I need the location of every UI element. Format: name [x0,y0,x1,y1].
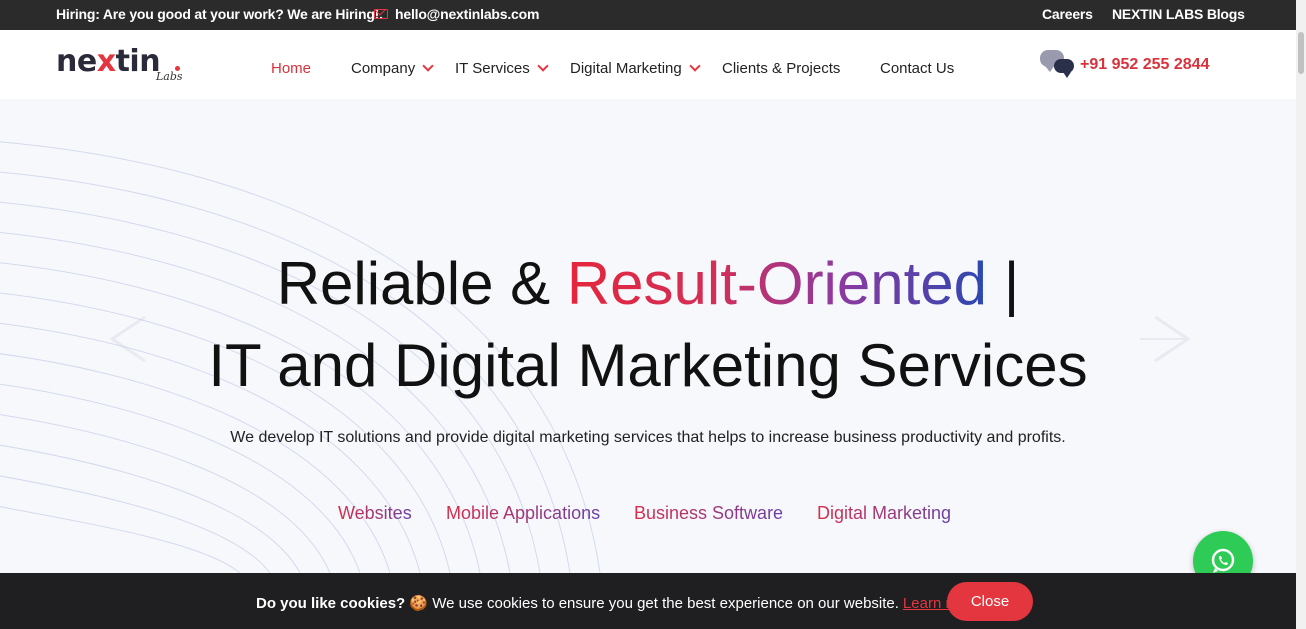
envelope-icon [374,9,388,19]
nextin-logo[interactable]: nextin Labs [56,44,186,86]
careers-link[interactable]: Careers [1042,6,1093,22]
cookie-emoji-icon: 🍪 [409,595,429,612]
email-link[interactable]: hello@nextinlabs.com [374,6,539,22]
nav-company[interactable]: Company [351,60,434,77]
hero-headline-line1: Reliable & Result-Oriented | [276,250,1020,317]
whatsapp-icon [1211,548,1235,573]
chevron-down-icon [537,60,549,72]
hiring-notice[interactable]: Hiring: Are you good at your work? We ar… [56,6,383,22]
tag-websites[interactable]: Websites [338,503,412,524]
email-text: hello@nextinlabs.com [395,6,540,22]
cookie-message: Do you like cookies? 🍪 We use cookies to… [256,595,980,612]
logo-wordmark: nextin [56,44,161,79]
cookie-banner: Do you like cookies? 🍪 We use cookies to… [0,573,1296,629]
tag-digital-marketing[interactable]: Digital Marketing [817,503,951,524]
hero-headline-line2: IT and Digital Marketing Services [208,332,1088,399]
tag-business-software[interactable]: Business Software [634,503,783,524]
chevron-down-icon [689,60,701,72]
hiring-label: Hiring: [56,6,100,22]
phone-number: +91 952 255 2844 [1080,56,1210,73]
hero-section: Reliable & Result-Oriented | IT and Digi… [0,99,1296,573]
nav-digital-marketing[interactable]: Digital Marketing [570,60,701,77]
logo-sub: Labs [156,70,183,83]
chat-bubbles-icon [1040,50,1074,80]
page-scrollbar[interactable] [1296,0,1306,629]
tag-mobile-applications[interactable]: Mobile Applications [446,503,600,524]
headline-gradient-text: Result-Oriented [566,250,988,317]
scrollbar-thumb[interactable] [1298,32,1304,74]
main-header: nextin Labs Home Company IT Services Dig… [0,30,1296,99]
phone-contact[interactable]: +91 952 255 2844 [1040,50,1209,80]
chevron-down-icon [422,60,434,72]
blogs-link[interactable]: NEXTIN LABS Blogs [1112,6,1245,22]
hero-subtext: We develop IT solutions and provide digi… [230,429,1066,446]
nav-home[interactable]: Home [271,60,311,77]
top-bar: Hiring: Are you good at your work? We ar… [0,0,1296,30]
hiring-text: Are you good at your work? We are Hiring… [102,6,383,22]
nav-clients-projects[interactable]: Clients & Projects [722,60,840,77]
cookie-close-button[interactable]: Close [947,582,1033,621]
nav-it-services[interactable]: IT Services [455,60,549,77]
nav-contact[interactable]: Contact Us [880,60,954,77]
